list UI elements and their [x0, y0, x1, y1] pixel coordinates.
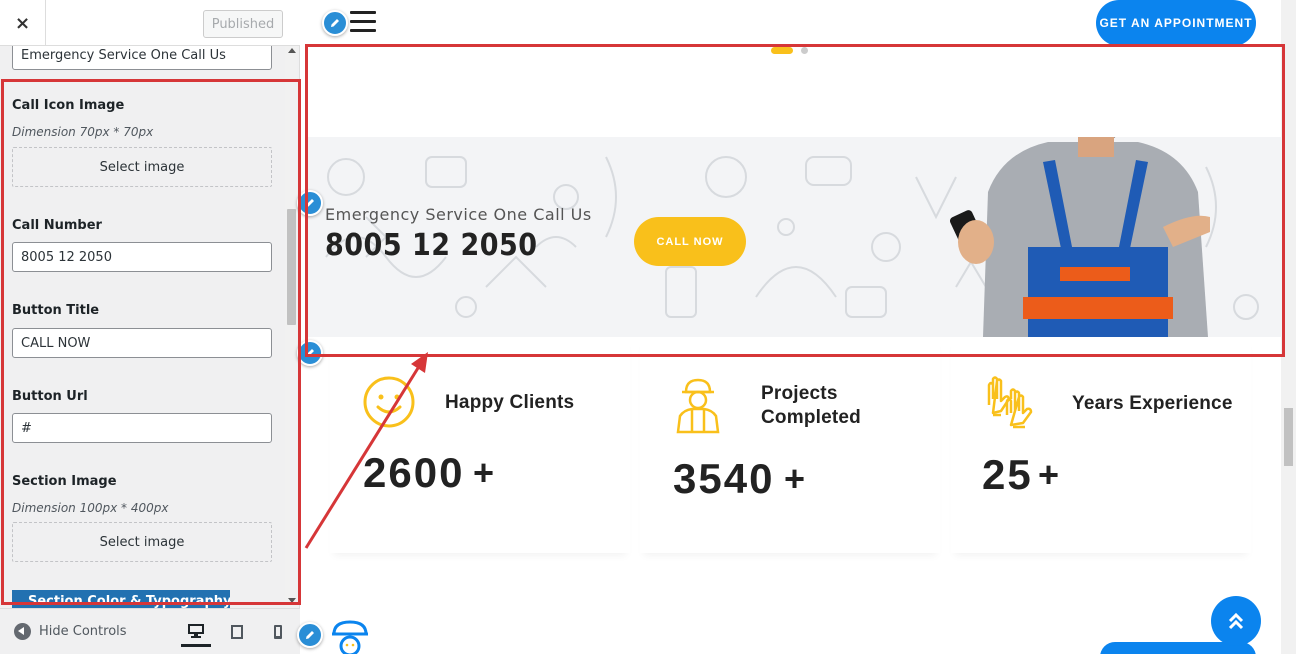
worker-icon-blue	[332, 620, 368, 654]
call-now-button[interactable]: CALL NOW	[634, 217, 746, 266]
get-appointment-button[interactable]: GET AN APPOINTMENT	[1096, 0, 1256, 46]
stat-label-line2: Completed	[761, 407, 861, 428]
call-number-label: Call Number	[12, 218, 102, 233]
stat-card-years-experience: Years Experience 25 +	[951, 338, 1251, 553]
stat-value: 2600	[363, 449, 465, 496]
edit-shortcut-icon[interactable]	[297, 340, 323, 366]
slider-pagination	[771, 47, 808, 54]
slider-dot[interactable]	[801, 47, 808, 54]
smiley-icon	[363, 376, 415, 428]
emergency-title: Emergency Service One Call Us	[325, 205, 592, 224]
mobile-preview-button[interactable]	[263, 617, 293, 647]
stat-suffix: +	[473, 452, 495, 493]
desktop-preview-button[interactable]	[181, 617, 211, 647]
close-customizer-button[interactable]: ×	[0, 0, 46, 46]
edit-shortcut-icon[interactable]	[297, 622, 323, 648]
button-url-field[interactable]: #	[12, 413, 272, 443]
stat-suffix: +	[784, 458, 806, 499]
button-title-label: Button Title	[12, 303, 100, 318]
preview-scroll-thumb[interactable]	[1284, 408, 1293, 466]
section-color-typography-button[interactable]: Section Color & Typography	[12, 590, 230, 608]
menu-hamburger-icon[interactable]	[350, 11, 376, 33]
call-icon-dimension-text: Dimension 70px * 70px	[12, 125, 154, 139]
collapse-arrow-icon	[14, 623, 31, 640]
customizer-header: × Published	[0, 0, 300, 46]
stat-card-projects-completed: Projects Completed 3540 +	[640, 338, 940, 553]
emergency-title-field[interactable]: Emergency Service One Call Us	[12, 46, 272, 70]
hide-controls-button[interactable]: Hide Controls	[14, 623, 127, 640]
section-image-dimension-text: Dimension 100px * 400px	[12, 501, 169, 515]
stat-value: 3540	[673, 455, 775, 502]
hide-controls-label: Hide Controls	[39, 624, 127, 639]
edit-shortcut-icon[interactable]	[322, 10, 348, 36]
tablet-icon	[231, 625, 243, 639]
scroll-up-arrow-icon[interactable]	[288, 48, 296, 53]
tablet-preview-button[interactable]	[222, 617, 252, 647]
stat-suffix: +	[1038, 454, 1060, 495]
preview-scrollbar[interactable]	[1281, 0, 1296, 654]
call-number-field[interactable]: 8005 12 2050	[12, 242, 272, 272]
double-chevron-up-icon	[1228, 612, 1244, 630]
section-image-label: Section Image	[12, 474, 117, 489]
stat-value: 25	[982, 451, 1033, 498]
scroll-down-arrow-icon[interactable]	[288, 598, 296, 603]
gloves-icon	[987, 376, 1033, 429]
worker-photo	[949, 137, 1210, 337]
stat-label: Projects	[761, 383, 838, 404]
customizer-sidebar: × Published Emergency Service One Call U…	[0, 0, 300, 654]
stat-label: Years Experience	[1072, 393, 1233, 414]
section-image-select-image-button[interactable]: Select image	[12, 522, 272, 562]
call-icon-image-label: Call Icon Image	[12, 98, 125, 113]
call-icon-select-image-button[interactable]: Select image	[12, 147, 272, 187]
customizer-footer: Hide Controls	[0, 608, 300, 654]
button-title-field[interactable]: CALL NOW	[12, 328, 272, 358]
edit-shortcut-icon[interactable]	[297, 190, 323, 216]
worker-icon	[676, 378, 720, 434]
sidebar-scrollbar[interactable]	[285, 46, 297, 608]
sidebar-scroll-thumb[interactable]	[287, 209, 296, 325]
emergency-phone-number: 8005 12 2050	[325, 228, 538, 263]
desktop-icon	[188, 623, 204, 638]
button-url-label: Button Url	[12, 389, 88, 404]
published-button[interactable]: Published	[203, 10, 283, 38]
customizer-controls: Emergency Service One Call Us Call Icon …	[0, 46, 300, 608]
stat-card-happy-clients: Happy Clients 2600 +	[330, 338, 630, 553]
stat-label: Happy Clients	[445, 392, 575, 413]
scroll-to-top-button[interactable]	[1211, 596, 1261, 646]
mobile-icon	[274, 625, 282, 639]
slider-dot-active[interactable]	[771, 47, 793, 54]
